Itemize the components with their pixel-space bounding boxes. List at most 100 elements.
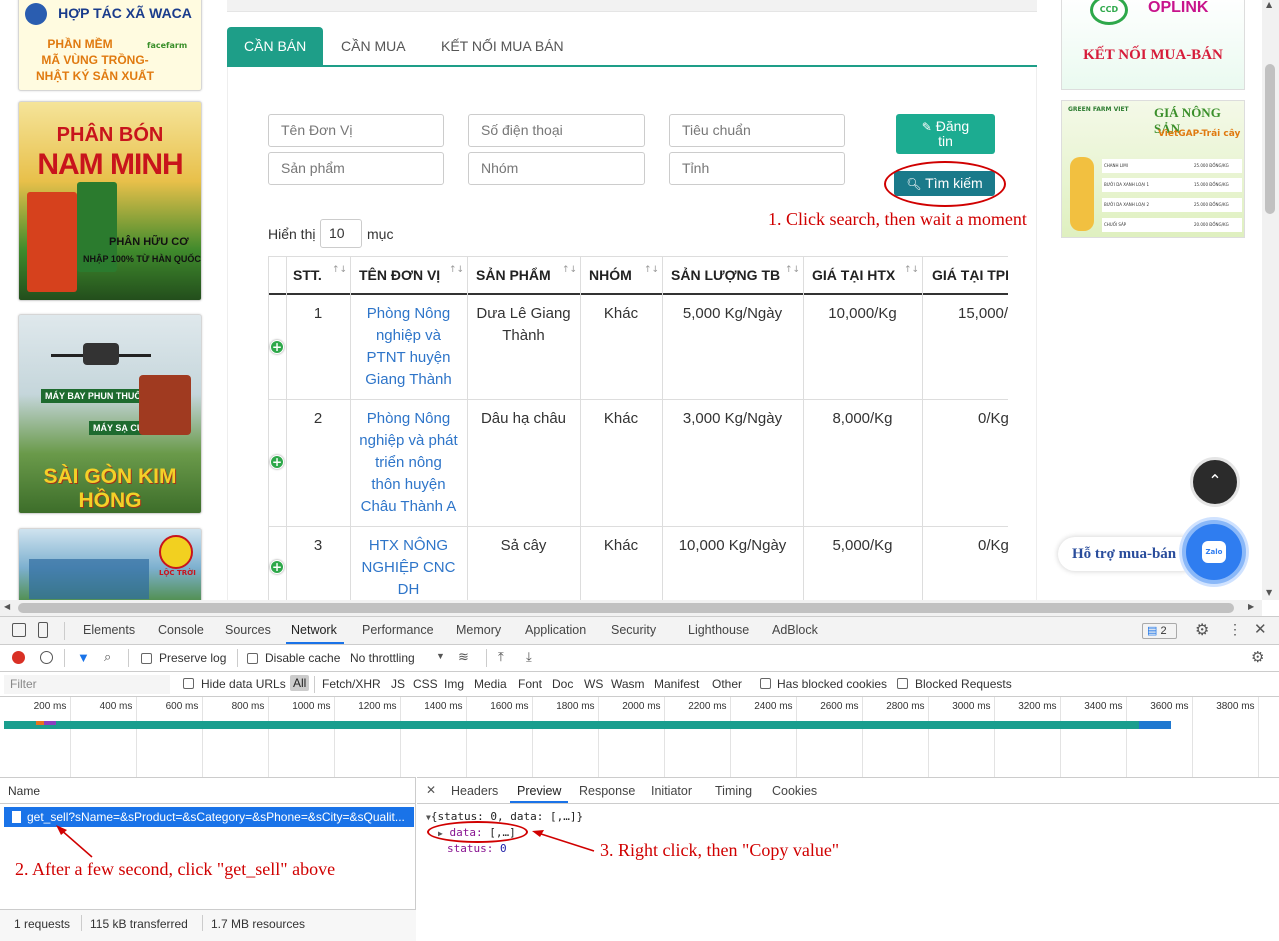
details-tab-response[interactable]: Response [579,784,635,798]
table-cell-unit-link[interactable]: Phòng Nông nghiệp và phát triển nông thôn h… [350,408,467,518]
record-icon[interactable] [12,651,25,664]
banner-nam-minh[interactable]: PHÂN BÓN NAM MINH PHÂN HỮU CƠ NHẬP 100% … [18,101,202,301]
export-har-icon[interactable]: ⤓ [526,649,532,665]
filter-type-media[interactable]: Media [474,677,507,691]
devtools-tab-adblock[interactable]: AdBlock [772,623,818,637]
devtools-tab-memory[interactable]: Memory [456,623,501,637]
scrollbar-thumb[interactable] [1265,64,1275,214]
devtools-tab-console[interactable]: Console [158,623,204,637]
details-tab-timing[interactable]: Timing [715,784,752,798]
issues-badge[interactable]: ▤ 2 [1142,623,1177,639]
hide-data-urls-checkbox[interactable] [183,678,194,689]
settings-gear-icon[interactable]: ⚙ [1195,620,1209,640]
col-header-group[interactable]: NHÓM [589,256,632,295]
back-to-top-button[interactable]: ⌃ [1190,457,1240,507]
province-input[interactable]: Tỉnh [669,152,845,185]
devtools-panel: Elements Console Sources Network Perform… [0,616,1279,941]
filter-type-all[interactable]: All [290,675,310,691]
details-tab-headers[interactable]: Headers [451,784,498,798]
post-button[interactable]: ✎ Đăng tin [896,114,995,154]
filter-type-js[interactable]: JS [391,677,405,691]
details-tab-preview[interactable]: Preview [517,784,561,798]
banner-waca[interactable]: HỢP TÁC XÃ WACA PHẦN MỀM facefarm MÃ VÙN… [18,0,202,91]
filter-type-ws[interactable]: WS [584,677,603,691]
banner-kim-hong[interactable]: MÁY BAY PHUN THUỐC MÁY SẠ CỤM SÀI GÒN KI… [18,314,202,514]
devtools-tab-sources[interactable]: Sources [225,623,271,637]
table-cell-unit-link[interactable]: HTX NÔNG NGHIỆP CNC DH [350,535,467,600]
devtools-tab-application[interactable]: Application [525,623,586,637]
details-tab-cookies[interactable]: Cookies [772,784,817,798]
inspect-element-icon[interactable] [12,623,26,637]
device-toolbar-icon[interactable] [38,622,48,638]
scroll-left-arrow-icon[interactable]: ◀ [4,602,10,611]
network-settings-gear-icon[interactable]: ⚙ [1251,648,1264,666]
standard-input[interactable]: Tiêu chuẩn [669,114,845,147]
more-options-icon[interactable]: ⋮ [1228,621,1242,638]
banner-gia-nong-san[interactable]: GREEN FARM VIET GIÁ NÔNG SẢN VietGAP-Trá… [1061,100,1245,238]
zalo-chat-button[interactable]: Zalo [1182,520,1246,584]
timeline-tick-label: 2000 ms [622,701,661,712]
scroll-up-arrow-icon[interactable]: ▲ [1266,0,1272,9]
import-har-icon[interactable]: ⤒ [498,649,504,665]
table-cell-unit-link[interactable]: Phòng Nông nghiệp và PTNT huyện Giang Thành [350,303,467,391]
filter-type-doc[interactable]: Doc [552,677,573,691]
scrollbar-thumb[interactable] [18,603,1234,613]
preview-root[interactable]: ▼{status: 0, data: [,…]} [426,810,583,823]
tab-can-mua[interactable]: CẦN MUA [324,27,423,66]
length-select[interactable]: 10 [320,219,362,248]
support-label[interactable]: Hỗ trợ mua-bán [1058,537,1198,571]
devtools-tab-lighthouse[interactable]: Lighthouse [688,623,749,637]
name-header-underline [0,803,416,804]
col-header-price-tph[interactable]: GIÁ TẠI TPH [932,256,1008,295]
expand-row-icon[interactable]: + [270,340,284,354]
tab-ket-noi-mua-ban[interactable]: KẾT NỐI MUA BÁN [424,27,581,66]
throttling-select[interactable]: No throttling ▼ [350,651,446,665]
filter-type-fetch[interactable]: Fetch/XHR [322,677,381,691]
filter-funnel-icon[interactable]: ▼ [77,650,90,665]
devtools-tab-elements[interactable]: Elements [83,623,135,637]
price-row: BƯỞI DA XANH LOẠI 2 25.000 ĐỒNG/KG [1102,198,1242,212]
page-horizontal-scrollbar[interactable]: ◀ ▶ [0,600,1262,616]
filter-type-css[interactable]: CSS [413,677,438,691]
devtools-tab-performance[interactable]: Performance [362,623,434,637]
col-header-stt[interactable]: STT. [293,256,322,295]
filter-type-manifest[interactable]: Manifest [654,677,699,691]
blocked-requests-label: Blocked Requests [915,677,1012,691]
page-vertical-scrollbar[interactable]: ▲ ▼ [1262,0,1279,600]
scroll-right-arrow-icon[interactable]: ▶ [1248,602,1254,611]
close-devtools-icon[interactable]: ✕ [1254,620,1267,638]
preserve-log-checkbox[interactable] [141,653,152,664]
col-header-price-htx[interactable]: GIÁ TẠI HTX [812,256,895,295]
banner-waca-line: MÃ VÙNG TRỒNG- [41,53,149,67]
devtools-tab-security[interactable]: Security [611,623,656,637]
filter-type-wasm[interactable]: Wasm [611,677,645,691]
filter-type-other[interactable]: Other [712,677,742,691]
banner-loc-troi[interactable]: LỘC TRỜI [18,528,202,608]
network-conditions-icon[interactable]: ≋ [458,649,469,665]
name-column-header[interactable]: Name [8,784,40,798]
col-header-output[interactable]: SẢN LƯỢNG TB [671,256,780,295]
search-icon[interactable]: ⌕ [104,649,111,665]
col-header-product[interactable]: SẢN PHẨM [476,256,551,295]
expand-row-icon[interactable]: + [270,455,284,469]
product-input[interactable]: Sản phẩm [268,152,444,185]
blocked-requests-checkbox[interactable] [897,678,908,689]
filter-type-img[interactable]: Img [444,677,464,691]
tab-can-ban[interactable]: CẦN BÁN [227,27,324,66]
scroll-down-arrow-icon[interactable]: ▼ [1266,588,1272,597]
filter-input[interactable]: Filter [4,675,170,694]
clear-icon[interactable] [40,651,53,664]
filter-type-font[interactable]: Font [518,677,542,691]
unit-name-input[interactable]: Tên Đơn Vị [268,114,444,147]
disable-cache-checkbox[interactable] [247,653,258,664]
expand-row-icon[interactable]: + [270,560,284,574]
group-input[interactable]: Nhóm [468,152,645,185]
banner-ket-noi[interactable]: CCD OPLINK KẾT NỐI MUA-BÁN [1061,0,1245,90]
phone-input[interactable]: Số điện thoại [468,114,645,147]
close-details-icon[interactable]: ✕ [426,783,436,797]
preview-status-node[interactable]: status: 0 [447,842,507,855]
blocked-cookies-checkbox[interactable] [760,678,771,689]
devtools-tab-network[interactable]: Network [291,623,337,637]
col-header-unit[interactable]: TÊN ĐƠN VỊ [359,256,440,295]
details-tab-initiator[interactable]: Initiator [651,784,692,798]
